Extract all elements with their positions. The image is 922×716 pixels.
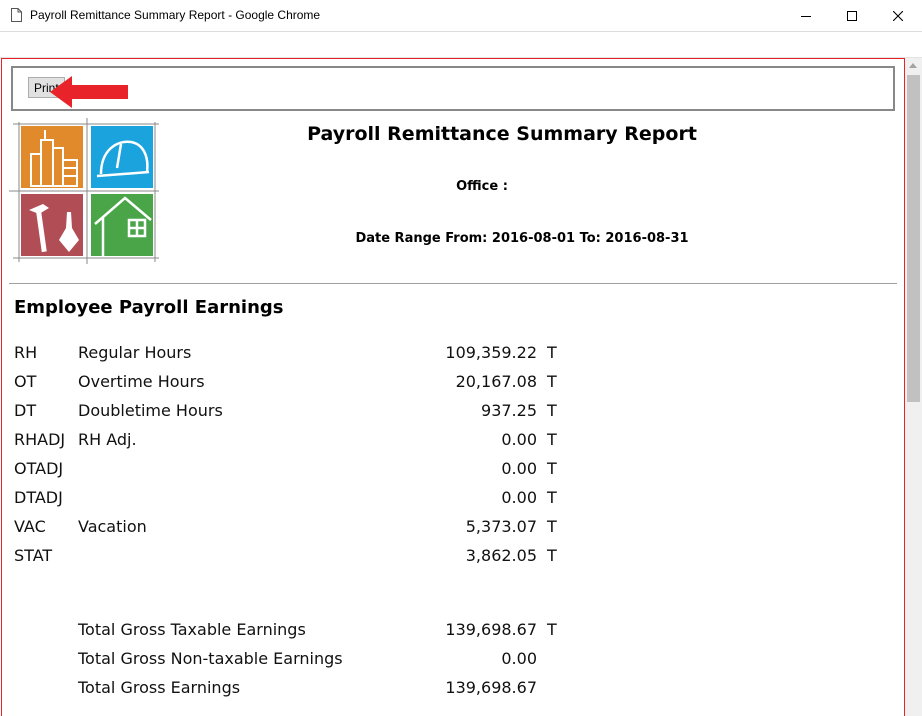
taxable-flag: T bbox=[547, 430, 557, 449]
scroll-up-icon[interactable] bbox=[909, 63, 917, 68]
minimize-button[interactable] bbox=[783, 0, 829, 32]
vertical-scrollbar[interactable] bbox=[905, 58, 922, 716]
red-arrow-icon bbox=[50, 76, 128, 108]
table-row: OTADJ 0.00 T bbox=[2, 459, 902, 481]
construction-logo-icon bbox=[9, 118, 159, 264]
earning-code: DT bbox=[14, 401, 37, 420]
taxable-flag: T bbox=[547, 401, 557, 420]
earning-code: OTADJ bbox=[14, 459, 64, 478]
document-icon bbox=[11, 8, 22, 22]
minimize-icon bbox=[801, 16, 811, 17]
total-amount: 139,698.67 bbox=[445, 678, 537, 697]
close-button[interactable] bbox=[875, 0, 921, 32]
report-office-label: Office : bbox=[456, 179, 508, 194]
earning-code: OT bbox=[14, 372, 37, 391]
taxable-flag: T bbox=[547, 488, 557, 507]
earning-code: RHADJ bbox=[14, 430, 66, 449]
close-icon bbox=[893, 11, 903, 21]
earning-amount: 3,862.05 bbox=[465, 546, 537, 565]
total-amount: 0.00 bbox=[501, 649, 537, 668]
table-row: OT Overtime Hours 20,167.08 T bbox=[2, 372, 902, 394]
section-title-earnings: Employee Payroll Earnings bbox=[14, 297, 284, 318]
earning-description: Overtime Hours bbox=[78, 372, 205, 391]
table-row: RHADJ RH Adj. 0.00 T bbox=[2, 430, 902, 452]
earning-amount: 5,373.07 bbox=[465, 517, 537, 536]
total-description: Total Gross Earnings bbox=[78, 678, 241, 697]
table-row: DTADJ 0.00 T bbox=[2, 488, 902, 510]
report-viewport: Print Payroll Remittance Summary Report … bbox=[1, 58, 905, 716]
earning-amount: 0.00 bbox=[501, 459, 537, 478]
taxable-flag: T bbox=[547, 620, 557, 639]
earning-amount: 109,359.22 bbox=[445, 343, 537, 362]
earning-code: STAT bbox=[14, 546, 53, 565]
window-titlebar: Payroll Remittance Summary Report - Goog… bbox=[0, 0, 922, 32]
earning-amount: 937.25 bbox=[481, 401, 537, 420]
report-date-range: Date Range From: 2016-08-01 To: 2016-08-… bbox=[355, 231, 689, 246]
earning-description: Doubletime Hours bbox=[78, 401, 223, 420]
taxable-flag: T bbox=[547, 372, 557, 391]
table-row: DT Doubletime Hours 937.25 T bbox=[2, 401, 902, 423]
header-divider bbox=[9, 283, 897, 284]
table-row: STAT 3,862.05 T bbox=[2, 546, 902, 568]
report-title: Payroll Remittance Summary Report bbox=[307, 123, 697, 145]
earning-code: RH bbox=[14, 343, 38, 362]
maximize-icon bbox=[847, 11, 857, 21]
scrollbar-thumb[interactable] bbox=[907, 75, 920, 402]
earning-amount: 20,167.08 bbox=[455, 372, 537, 391]
total-amount: 139,698.67 bbox=[445, 620, 537, 639]
total-description: Total Gross Non-taxable Earnings bbox=[78, 649, 343, 668]
total-row: Total Gross Taxable Earnings 139,698.67 … bbox=[2, 620, 902, 642]
total-row: Total Gross Earnings 139,698.67 bbox=[2, 678, 902, 700]
total-description: Total Gross Taxable Earnings bbox=[78, 620, 306, 639]
earning-code: VAC bbox=[14, 517, 46, 536]
taxable-flag: T bbox=[547, 343, 557, 362]
table-row: RH Regular Hours 109,359.22 T bbox=[2, 343, 902, 365]
taxable-flag: T bbox=[547, 459, 557, 478]
address-bar bbox=[0, 32, 922, 58]
earning-amount: 0.00 bbox=[501, 488, 537, 507]
taxable-flag: T bbox=[547, 517, 557, 536]
earning-description: Vacation bbox=[78, 517, 147, 536]
total-row: Total Gross Non-taxable Earnings 0.00 bbox=[2, 649, 902, 671]
taxable-flag: T bbox=[547, 546, 557, 565]
earning-amount: 0.00 bbox=[501, 430, 537, 449]
print-toolbar: Print bbox=[11, 66, 895, 111]
table-row: VAC Vacation 5,373.07 T bbox=[2, 517, 902, 539]
maximize-button[interactable] bbox=[829, 0, 875, 32]
earning-code: DTADJ bbox=[14, 488, 63, 507]
earning-description: RH Adj. bbox=[78, 430, 137, 449]
earning-description: Regular Hours bbox=[78, 343, 192, 362]
window-title: Payroll Remittance Summary Report - Goog… bbox=[30, 8, 321, 22]
